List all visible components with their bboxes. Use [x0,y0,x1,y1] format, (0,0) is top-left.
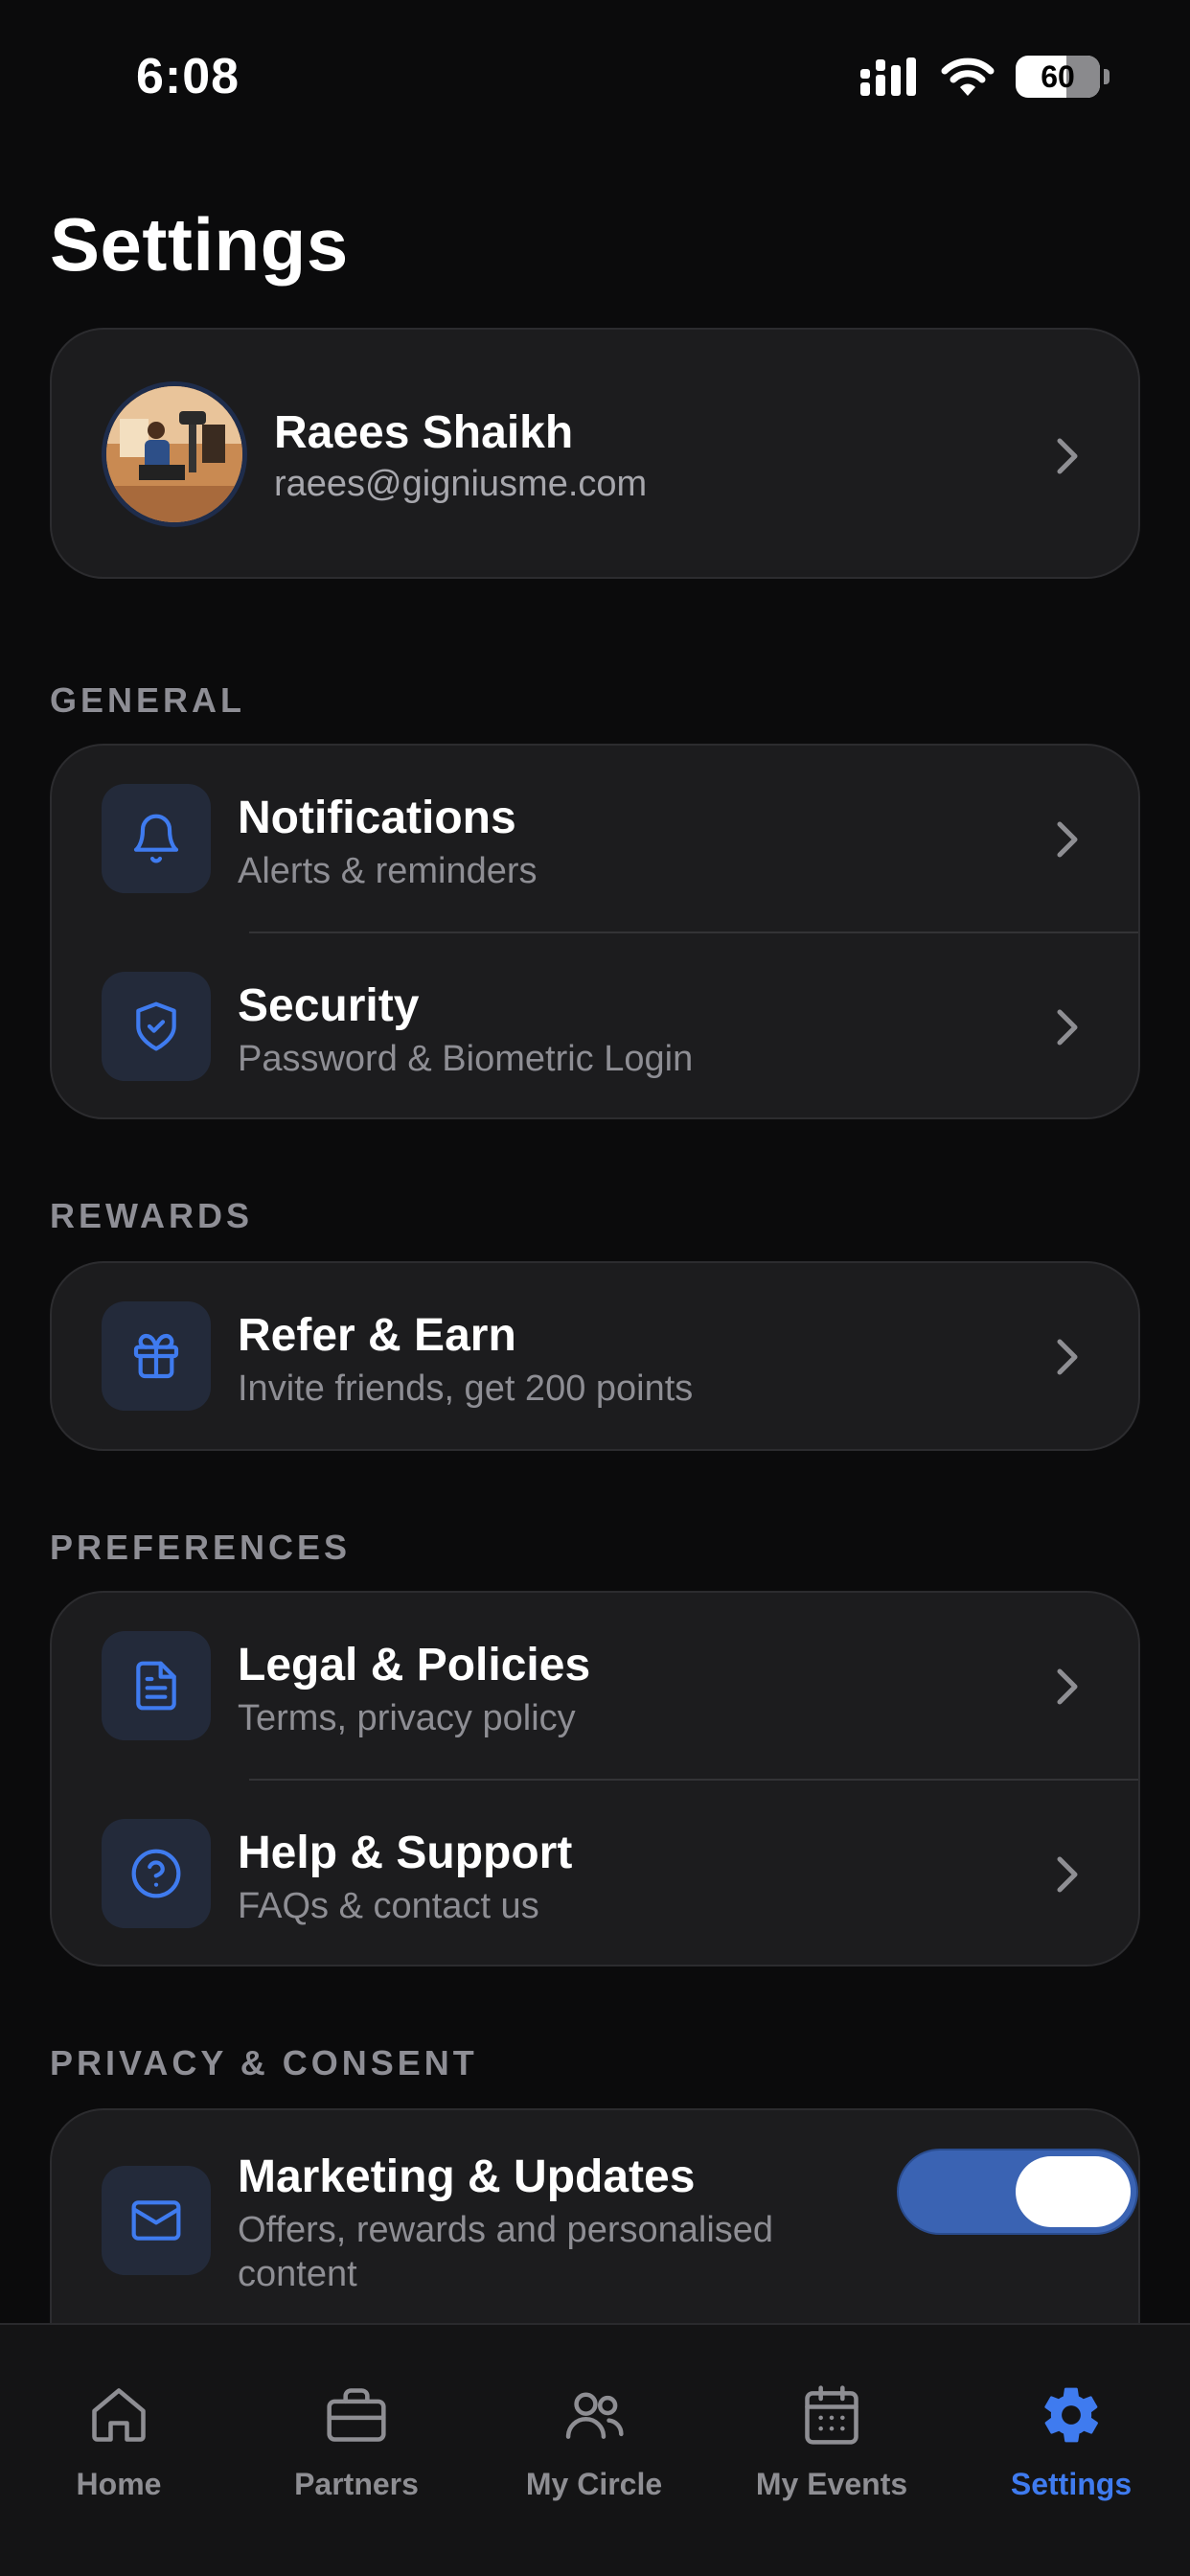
tab-my-events[interactable]: My Events [713,2325,950,2517]
preferences-card: Legal & Policies Terms, privacy policy H… [50,1591,1140,1966]
tab-label: Home [76,2467,162,2501]
status-icons: 60 [858,56,1110,98]
tab-bar: Home Partners My Circle My Events Settin… [0,2323,1190,2576]
row-subtitle: Offers, rewards and personalised [238,2210,774,2250]
row-title: Help & Support [238,1828,573,1878]
row-subtitle: Terms, privacy policy [238,1698,576,1738]
shield-check-icon [102,972,211,1081]
help-circle-icon [102,1819,211,1928]
profile-card[interactable]: Raees Shaikh raees@gigniusme.com [50,328,1140,579]
row-subtitle: FAQs & contact us [238,1886,539,1926]
home-icon [92,2388,146,2442]
row-subtitle: Invite friends, get 200 points [238,1368,694,1409]
section-label-rewards: REWARDS [50,1196,254,1235]
row-title: Legal & Policies [238,1640,591,1690]
gear-icon [1044,2387,1098,2443]
battery-tip [1104,69,1110,84]
row-title: Security [238,980,420,1031]
tab-label: My Events [755,2467,908,2501]
tab-label: Partners [294,2467,419,2501]
document-icon [102,1631,211,1740]
tab-settings[interactable]: Settings [952,2325,1190,2517]
settings-row-help[interactable]: Help & Support FAQs & contact us [52,1781,1138,1966]
tab-home[interactable]: Home [0,2325,238,2517]
row-title: Marketing & Updates [238,2151,696,2202]
tab-label: My Circle [525,2467,663,2501]
chevron-right-icon [1057,1856,1078,1893]
tab-my-circle[interactable]: My Circle [475,2325,713,2517]
gift-icon [102,1301,211,1411]
settings-row-marketing: Marketing & Updates Offers, rewards and … [52,2110,1138,2359]
chevron-right-icon [1057,1009,1078,1046]
calendar-icon [805,2385,858,2445]
section-label-preferences: PREFERENCES [50,1528,352,1567]
general-card: Notifications Alerts & reminders Securit… [50,744,1140,1119]
cellular-signal-icon [860,58,916,96]
section-label-privacy: PRIVACY & CONSENT [50,2043,478,2082]
row-title: Refer & Earn [238,1310,516,1361]
settings-row-legal[interactable]: Legal & Policies Terms, privacy policy [52,1593,1138,1779]
row-title: Notifications [238,793,516,843]
briefcase-icon [327,2388,386,2442]
status-time: 6:08 [136,49,240,104]
rewards-card: Refer & Earn Invite friends, get 200 poi… [50,1261,1140,1451]
toggle-knob [1016,2156,1131,2227]
tab-partners[interactable]: Partners [238,2325,475,2517]
users-icon [565,2392,624,2439]
marketing-toggle[interactable] [897,2149,1138,2235]
section-label-general: GENERAL [50,680,246,720]
row-subtitle-continued: content [238,2254,357,2294]
page-title: Settings [50,202,349,287]
chevron-right-icon [1057,1339,1078,1375]
battery-icon: 60 [1016,56,1100,98]
status-bar: 6:08 60 [0,0,1190,153]
settings-row-notifications[interactable]: Notifications Alerts & reminders [52,746,1138,932]
profile-name: Raees Shaikh [274,407,574,458]
row-subtitle: Alerts & reminders [238,851,538,891]
tab-label: Settings [1010,2467,1133,2501]
row-subtitle: Password & Biometric Login [238,1039,694,1079]
bell-icon [102,784,211,893]
battery-level: 60 [1041,58,1075,94]
profile-email: raees@gigniusme.com [274,464,648,504]
settings-screen: 6:08 60 Settings Raees Shaikh raees@gign… [0,0,1190,2576]
mail-icon [102,2166,211,2275]
chevron-right-icon [1057,438,1078,474]
avatar [102,381,247,527]
settings-row-refer-earn[interactable]: Refer & Earn Invite friends, get 200 poi… [52,1263,1138,1449]
settings-row-security[interactable]: Security Password & Biometric Login [52,933,1138,1119]
wifi-icon [941,58,995,96]
chevron-right-icon [1057,821,1078,858]
chevron-right-icon [1057,1668,1078,1705]
